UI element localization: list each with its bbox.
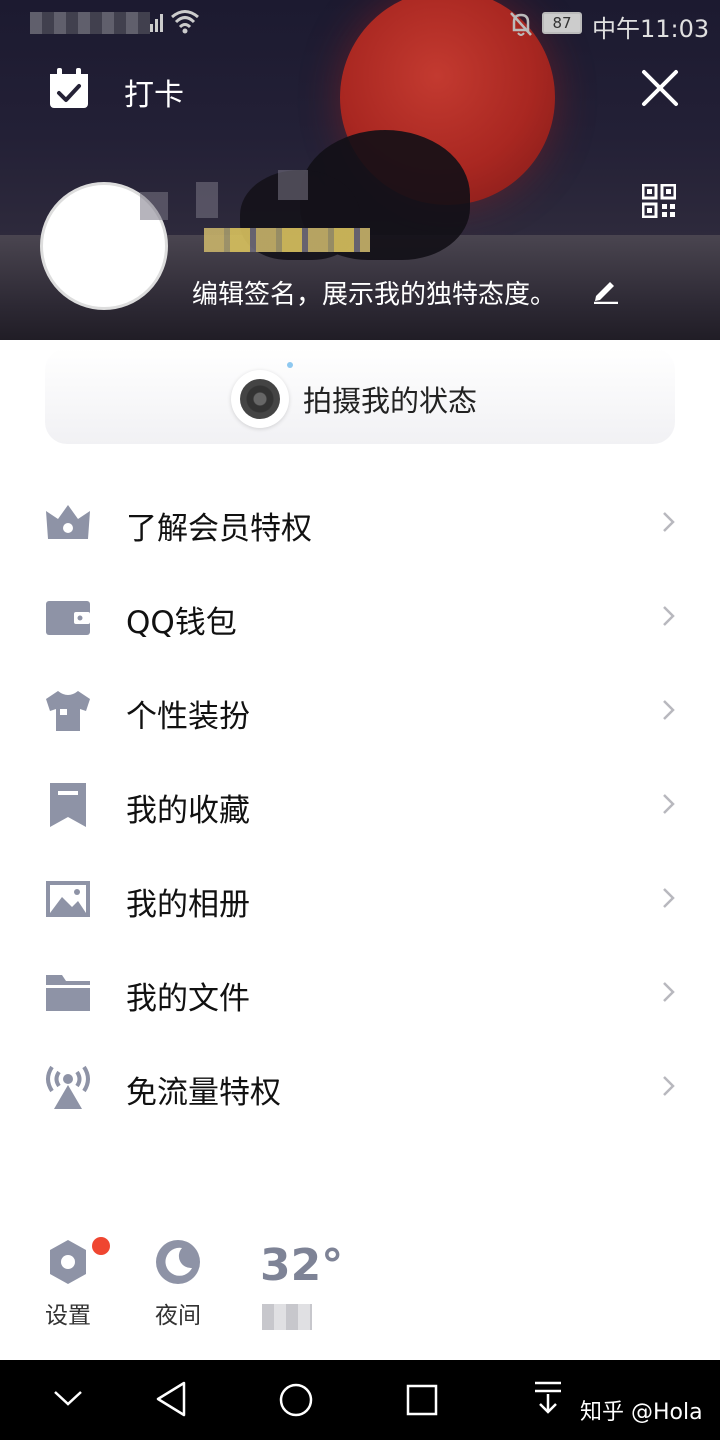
menu-item-vip[interactable]: 了解会员特权 xyxy=(0,475,720,569)
menu-item-free-data[interactable]: 免流量特权 xyxy=(0,1039,720,1133)
capture-status-label: 拍摄我的状态 xyxy=(303,384,478,418)
menu-item-wallet[interactable]: QQ钱包 xyxy=(0,569,720,663)
chevron-right-icon xyxy=(663,982,675,1002)
back-icon[interactable] xyxy=(154,1380,188,1418)
weather-temperature[interactable]: 32° xyxy=(260,1240,343,1291)
weather-location-blurred xyxy=(262,1304,312,1330)
clock: 中午11:03 xyxy=(592,15,710,43)
new-indicator-dot xyxy=(287,362,293,368)
menu-item-label: 我的文件 xyxy=(126,981,250,1017)
close-icon[interactable] xyxy=(640,68,680,108)
menu-item-label: 了解会员特权 xyxy=(126,511,312,547)
camera-icon xyxy=(231,370,289,428)
carrier-info-blurred xyxy=(30,12,150,34)
menu-item-favorites[interactable]: 我的收藏 xyxy=(0,757,720,851)
zhihu-watermark: 知乎 @Hola xyxy=(580,1400,703,1425)
chevron-right-icon xyxy=(663,606,675,626)
notification-badge xyxy=(92,1237,110,1255)
menu-item-personalize[interactable]: 个性装扮 xyxy=(0,663,720,757)
chevron-right-icon xyxy=(663,888,675,908)
capture-status-card[interactable]: 拍摄我的状态 xyxy=(45,348,675,444)
nickname-blurred[interactable] xyxy=(204,228,370,252)
signature-text[interactable]: 编辑签名，展示我的独特态度。 xyxy=(192,274,556,311)
chevron-down-icon[interactable] xyxy=(52,1388,84,1408)
settings-label: 设置 xyxy=(45,1303,91,1329)
menu-list: 了解会员特权 QQ钱包 个性装扮 我的收藏 我的相册 我的文件 免流量特权 xyxy=(0,475,720,1133)
nickname-blur-fragment xyxy=(196,182,218,218)
pencil-icon[interactable] xyxy=(592,276,620,304)
chevron-right-icon xyxy=(663,512,675,532)
folder-icon xyxy=(46,975,90,1011)
menu-item-label: 我的收藏 xyxy=(126,793,250,829)
qr-code-icon[interactable] xyxy=(642,184,676,218)
moon-icon xyxy=(156,1240,200,1284)
bookmark-icon xyxy=(50,783,86,827)
crown-icon xyxy=(46,505,90,539)
shirt-icon xyxy=(46,691,90,731)
wifi-icon xyxy=(171,10,199,34)
profile-header: 87 中午11:03 打卡 编辑签名，展示我的独特态度。 xyxy=(0,0,720,340)
notification-pull-down-icon[interactable] xyxy=(532,1380,564,1416)
menu-item-label: 我的相册 xyxy=(126,887,250,923)
nickname-blur-fragment xyxy=(278,170,308,200)
menu-item-album[interactable]: 我的相册 xyxy=(0,851,720,945)
menu-item-label: 个性装扮 xyxy=(126,699,250,735)
photo-icon xyxy=(46,881,90,917)
night-mode-button[interactable]: 夜间 xyxy=(150,1238,206,1330)
menu-item-label: 免流量特权 xyxy=(126,1075,281,1111)
signal-icon xyxy=(150,14,163,32)
checkin-label[interactable]: 打卡 xyxy=(124,70,184,114)
chevron-right-icon xyxy=(663,1076,675,1096)
wallet-icon xyxy=(46,601,90,635)
chevron-right-icon xyxy=(663,794,675,814)
home-icon[interactable] xyxy=(278,1382,314,1418)
nickname-blur-fragment xyxy=(140,192,168,220)
night-mode-label: 夜间 xyxy=(155,1303,201,1329)
mute-bell-icon xyxy=(510,12,532,36)
gear-icon xyxy=(50,1240,86,1284)
menu-item-files[interactable]: 我的文件 xyxy=(0,945,720,1039)
calendar-check-icon[interactable] xyxy=(48,68,90,110)
battery-indicator: 87 xyxy=(542,12,582,34)
signal-tower-icon xyxy=(46,1065,90,1109)
chevron-right-icon xyxy=(663,700,675,720)
menu-item-label: QQ钱包 xyxy=(126,605,237,641)
status-bar: 87 中午11:03 xyxy=(0,0,720,48)
settings-button[interactable]: 设置 xyxy=(40,1238,96,1330)
recent-apps-icon[interactable] xyxy=(406,1384,438,1416)
